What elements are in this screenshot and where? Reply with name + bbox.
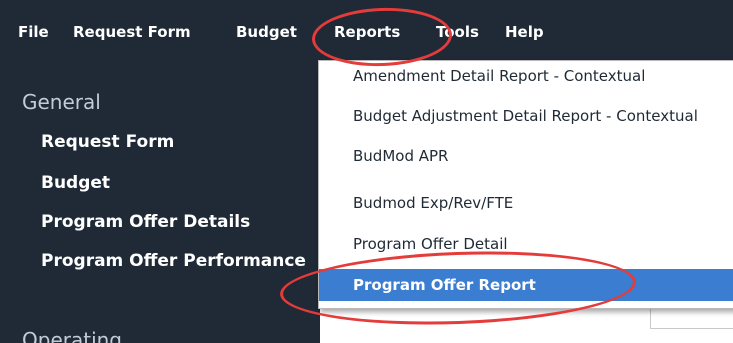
menu-item-amendment-detail-report[interactable]: Amendment Detail Report - Contextual bbox=[319, 61, 733, 91]
menu-request-form[interactable]: Request Form bbox=[73, 21, 191, 43]
menu-bar: File Request Form Budget Reports Tools H… bbox=[0, 0, 733, 62]
sidebar-item-request-form[interactable]: Request Form bbox=[41, 130, 311, 154]
menu-file[interactable]: File bbox=[18, 21, 49, 43]
menu-budget[interactable]: Budget bbox=[236, 21, 297, 43]
sidebar-item-program-offer-performance[interactable]: Program Offer Performance bbox=[41, 249, 311, 273]
menu-reports[interactable]: Reports bbox=[334, 21, 400, 43]
sidebar-item-program-offer-details[interactable]: Program Offer Details bbox=[41, 210, 311, 234]
menu-item-program-offer-report[interactable]: Program Offer Report bbox=[319, 269, 733, 301]
sidebar-item-budget[interactable]: Budget bbox=[41, 171, 311, 195]
menu-item-budmod-exp-rev-fte[interactable]: Budmod Exp/Rev/FTE bbox=[319, 188, 733, 218]
section-title-general: General bbox=[22, 90, 101, 114]
menu-item-program-offer-detail[interactable]: Program Offer Detail bbox=[319, 229, 733, 259]
menu-item-budget-adjustment-detail-report[interactable]: Budget Adjustment Detail Report - Contex… bbox=[319, 101, 733, 131]
menu-help[interactable]: Help bbox=[505, 21, 544, 43]
reports-dropdown-menu: Amendment Detail Report - Contextual Bud… bbox=[318, 60, 733, 309]
menu-item-budmod-apr[interactable]: BudMod APR bbox=[319, 141, 733, 171]
menu-tools[interactable]: Tools bbox=[436, 21, 479, 43]
section-title-operating: Operating bbox=[22, 328, 122, 343]
sidebar: General Request Form Budget Program Offe… bbox=[0, 62, 320, 343]
